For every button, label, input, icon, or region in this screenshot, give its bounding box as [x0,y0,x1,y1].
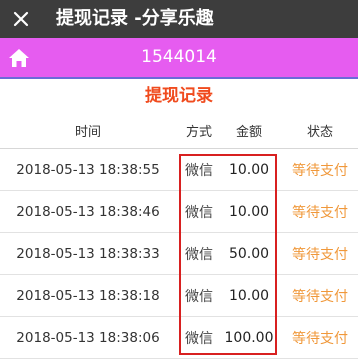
header-divider [0,77,358,79]
column-header-time: 时间 [74,124,101,140]
header-bar: 1544014 [0,38,358,77]
row-status: 等待支付 [292,246,348,263]
row-amount: 10.00 [228,161,270,178]
table-row: 2018-05-13 18:38:46 微信 10.00 等待支付 [0,191,358,233]
row-time: 2018-05-13 18:38:06 [16,329,160,346]
column-header-status: 状态 [306,124,333,140]
table-row: 2018-05-13 18:38:06 微信 100.00 等待支付 [0,317,358,359]
close-button[interactable] [6,0,36,38]
withdrawal-table: 时间 方式 金额 状态 2018-05-13 18:38:55 微信 10.00… [0,112,358,359]
table-row: 2018-05-13 18:38:55 微信 10.00 等待支付 [0,149,358,191]
row-time: 2018-05-13 18:38:46 [16,203,160,220]
row-amount: 50.00 [228,245,270,262]
row-method: 微信 [185,204,213,221]
row-status: 等待支付 [292,204,348,221]
row-method: 微信 [185,330,213,347]
row-amount: 100.00 [224,329,274,346]
user-id: 1544014 [141,47,217,67]
row-status: 等待支付 [292,330,348,347]
row-status: 等待支付 [292,288,348,305]
section-title: 提现记录 [145,86,213,106]
column-header-amount: 金额 [235,124,262,140]
page-title: 提现记录 -分享乐趣 [56,8,214,29]
table-header: 时间 方式 金额 状态 [0,112,358,149]
page: 提现记录 -分享乐趣 1544014 提现记录 时间 方式 金额 状态 2018… [0,0,358,362]
table-row: 2018-05-13 18:38:18 微信 10.00 等待支付 [0,275,358,317]
row-amount: 10.00 [228,287,270,304]
row-time: 2018-05-13 18:38:55 [16,161,160,178]
close-icon [13,11,29,27]
row-time: 2018-05-13 18:38:33 [16,245,160,262]
row-method: 微信 [185,162,213,179]
row-amount: 10.00 [228,203,270,220]
column-header-method: 方式 [185,124,212,140]
top-bar: 提现记录 -分享乐趣 [0,0,358,38]
row-time: 2018-05-13 18:38:18 [16,287,160,304]
row-status: 等待支付 [292,162,348,179]
row-method: 微信 [185,288,213,305]
table-row: 2018-05-13 18:38:33 微信 50.00 等待支付 [0,233,358,275]
row-method: 微信 [185,246,213,263]
